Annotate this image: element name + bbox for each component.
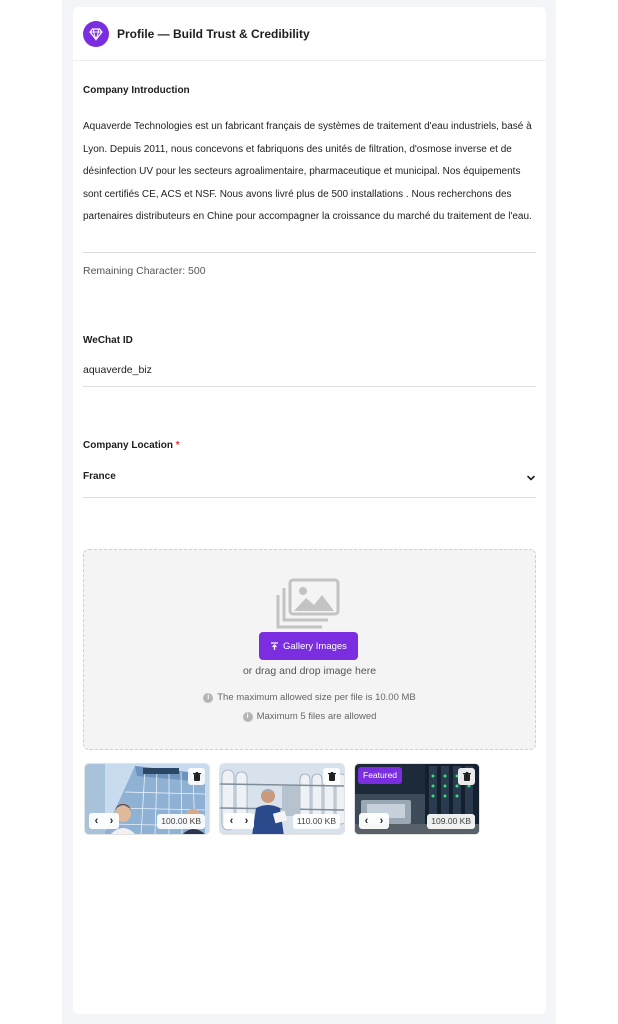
info-icon: i <box>203 692 214 703</box>
location-label-text: Company Location <box>83 440 174 451</box>
move-left-button[interactable]: ‹ <box>95 815 99 827</box>
location-label: Company Location * <box>83 440 536 451</box>
trash-icon <box>327 772 336 781</box>
gallery-thumbnail[interactable]: ‹ › 110.00 KB <box>219 763 345 835</box>
profile-card: Profile — Build Trust & Credibility Comp… <box>73 7 546 1014</box>
page-title: Profile — Build Trust & Credibility <box>117 26 310 41</box>
gallery-thumbnail[interactable]: Featured ‹ › 109.00 KB <box>354 763 480 835</box>
max-files-note: i Maximum 5 files are allowed <box>84 711 535 722</box>
intro-textarea[interactable]: Aquaverde Technologies est un fabricant … <box>83 116 536 253</box>
trash-icon <box>192 772 201 781</box>
move-right-button[interactable]: › <box>110 815 114 827</box>
drag-drop-text: or drag and drop image here <box>242 665 377 677</box>
wechat-input[interactable]: aquaverde_biz <box>83 364 536 387</box>
gallery-thumbnail[interactable]: ‹ › 100.00 KB <box>84 763 210 835</box>
remaining-characters: Remaining Character: 500 <box>83 265 206 277</box>
move-right-button[interactable]: › <box>245 815 249 827</box>
move-left-button[interactable]: ‹ <box>230 815 234 827</box>
location-value: France <box>83 471 116 482</box>
gallery-images-label: Gallery Images <box>283 640 347 652</box>
reorder-controls: ‹ › <box>224 813 254 829</box>
image-dropzone[interactable]: Gallery Images or drag and drop image he… <box>83 549 536 750</box>
max-size-text: The maximum allowed size per file is 10.… <box>217 692 416 703</box>
max-size-note: i The maximum allowed size per file is 1… <box>84 692 535 703</box>
delete-image-button[interactable] <box>458 768 475 785</box>
info-icon: i <box>242 711 253 722</box>
delete-image-button[interactable] <box>188 768 205 785</box>
file-size: 109.00 KB <box>427 814 475 829</box>
wechat-label: WeChat ID <box>83 335 133 346</box>
gallery-images-button[interactable]: Gallery Images <box>259 632 358 660</box>
gallery-placeholder-icon <box>276 578 340 629</box>
file-size: 110.00 KB <box>292 814 340 829</box>
intro-label: Company Introduction <box>83 85 190 96</box>
featured-badge: Featured <box>358 767 403 784</box>
move-left-button[interactable]: ‹ <box>365 815 369 827</box>
reorder-controls: ‹ › <box>89 813 119 829</box>
chevron-down-icon <box>527 475 535 481</box>
file-size: 100.00 KB <box>157 814 205 829</box>
move-right-button[interactable]: › <box>380 815 384 827</box>
reorder-controls: ‹ › <box>359 813 389 829</box>
gallery-thumbnails: ‹ › 100.00 KB ‹ › 110.00 KB Featured ‹ ›… <box>83 763 536 843</box>
trash-icon <box>462 772 471 781</box>
location-select[interactable]: France <box>83 471 536 498</box>
upload-icon <box>271 641 279 650</box>
delete-image-button[interactable] <box>323 768 340 785</box>
required-mark: * <box>175 440 180 451</box>
max-files-text: Maximum 5 files are allowed <box>256 711 377 722</box>
card-header: Profile — Build Trust & Credibility <box>73 7 546 61</box>
diamond-icon <box>83 20 109 47</box>
